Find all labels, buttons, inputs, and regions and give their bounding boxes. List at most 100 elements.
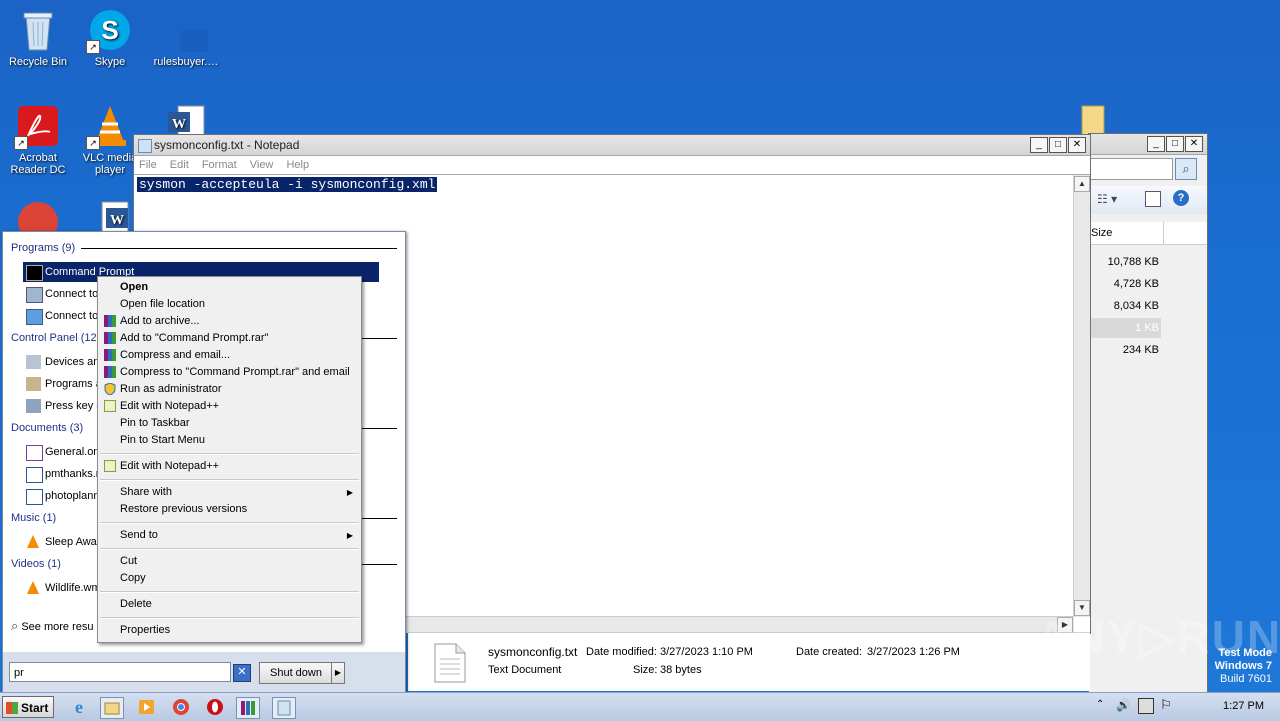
menu-item-send-to[interactable]: Send to ▶ (100, 527, 359, 544)
search-input[interactable]: pr (9, 662, 231, 682)
menu-edit[interactable]: Edit (170, 159, 189, 171)
menu-help[interactable]: Help (286, 159, 309, 171)
maximize-button[interactable]: □ (1166, 136, 1184, 152)
notepad-icon[interactable] (272, 697, 296, 719)
ie-icon[interactable]: e (68, 697, 90, 717)
menu-item-edit-notepadpp[interactable]: Edit with Notepad++ (100, 398, 359, 415)
file-size: 8,034 KB (1113, 300, 1159, 312)
view-options-icon[interactable]: ☷ ▾ (1097, 192, 1117, 206)
item-label: pmthanks.r (45, 468, 100, 480)
minimize-button[interactable]: _ (1147, 136, 1165, 152)
explorer-icon[interactable] (100, 697, 124, 719)
network-icon[interactable] (1138, 698, 1154, 714)
menu-item-open[interactable]: Open (100, 279, 359, 296)
desktop-icon-label: VLC media player (82, 152, 138, 176)
desktop-icon-label: rulesbuyer.… (153, 56, 219, 68)
desktop-icon-skype[interactable]: S ↗ Skype (72, 8, 148, 68)
file-type: Text Document (488, 664, 562, 676)
menu-item-delete[interactable]: Delete (100, 596, 359, 613)
menu-item-run-as-admin[interactable]: Run as administrator (100, 381, 359, 398)
keyboard-icon (26, 399, 41, 413)
desktop-icon-acrobat[interactable]: ↗ Acrobat Reader DC (0, 104, 76, 176)
skype-icon: S ↗ (86, 8, 132, 54)
date-modified: 3/27/2023 1:10 PM (660, 646, 753, 658)
media-player-icon[interactable] (136, 697, 158, 717)
shutdown-options-icon[interactable]: ▶ (331, 662, 345, 684)
start-button[interactable]: Start (2, 696, 54, 718)
text-document-icon (434, 643, 466, 683)
shortcut-arrow-icon: ↗ (14, 136, 28, 150)
desktop-icon-rulesbuyer[interactable]: rulesbuyer.… (148, 8, 224, 68)
search-input[interactable] (1089, 158, 1173, 180)
desktop-icon-recycle-bin[interactable]: Recycle Bin (0, 8, 76, 68)
context-menu: Open Open file location Add to archive..… (97, 276, 362, 643)
action-center-flag-icon[interactable]: ⚐ (1160, 697, 1172, 713)
shutdown-button[interactable]: Shut down (259, 662, 333, 684)
item-label: Open file location (120, 298, 205, 310)
menu-item-compress-to-rar-email[interactable]: Compress to "Command Prompt.rar" and ema… (100, 364, 359, 381)
menu-item-share-with[interactable]: Share with ▶ (100, 484, 359, 501)
file-name: sysmonconfig.txt (488, 645, 578, 659)
file-size: 234 KB (1122, 344, 1159, 356)
clear-search-icon[interactable]: ✕ (233, 664, 251, 682)
date-created: 3/27/2023 1:26 PM (867, 646, 960, 658)
notepad-titlebar: sysmonconfig.txt - Notepad _ □ ✕ (134, 135, 1090, 156)
menu-item-add-to-archive[interactable]: Add to archive... (100, 313, 359, 330)
close-button[interactable]: ✕ (1185, 136, 1203, 152)
item-label: photoplann (45, 490, 100, 502)
preview-pane-icon[interactable] (1145, 191, 1161, 207)
notepad-app-icon (138, 139, 152, 153)
svg-text:W: W (110, 213, 124, 228)
menu-item-add-to-rar[interactable]: Add to "Command Prompt.rar" (100, 330, 359, 347)
scroll-up-icon[interactable]: ▲ (1074, 176, 1090, 192)
size-column-header[interactable]: Size (1091, 227, 1112, 239)
menu-item-restore-versions[interactable]: Restore previous versions (100, 501, 359, 518)
menu-file[interactable]: File (139, 159, 157, 171)
search-icon[interactable]: ⌕ (1175, 158, 1197, 180)
menu-item-pin-start[interactable]: Pin to Start Menu (100, 432, 359, 449)
item-label: Edit with Notepad++ (120, 460, 220, 472)
volume-icon[interactable]: 🔊 (1116, 698, 1131, 712)
item-label: Connect to (45, 310, 99, 322)
clock[interactable]: 1:27 PM (1223, 700, 1264, 712)
watermark-line: Test Mode (1218, 647, 1272, 659)
item-label: Sleep Away (45, 536, 103, 548)
window-controls: _ □ ✕ (1147, 136, 1203, 152)
vertical-scrollbar[interactable]: ▲ ▼ (1073, 175, 1090, 617)
submenu-arrow-icon: ▶ (346, 488, 353, 497)
window-controls: _ □ ✕ (1030, 137, 1086, 153)
show-hidden-icons-icon[interactable]: ⌃ (1096, 699, 1104, 710)
minimize-button[interactable]: _ (1030, 137, 1048, 153)
menu-item-copy[interactable]: Copy (100, 570, 359, 587)
item-label: Press key c (45, 400, 102, 412)
word-doc-icon (26, 467, 43, 483)
group-label: Music (1) (11, 512, 57, 524)
menu-separator (100, 591, 359, 593)
explorer-window: _ □ ✕ ⌕ ☷ ▾ ? Size 10,788 KB 4,728 KB 8,… (1088, 133, 1208, 693)
menu-item-cut[interactable]: Cut (100, 553, 359, 570)
item-label: Programs a (45, 378, 102, 390)
menu-item-properties[interactable]: Properties (100, 622, 359, 639)
file-size: 10,788 KB (1107, 256, 1159, 268)
menu-view[interactable]: View (250, 159, 274, 171)
winrar-icon (104, 315, 116, 327)
test-mode-watermark: Test Mode Windows 7 Build 7601 (1215, 647, 1272, 686)
date-modified-label: Date modified: (586, 646, 657, 658)
menu-item-edit-notepadpp-2[interactable]: Edit with Notepad++ (100, 458, 359, 475)
see-more-results[interactable]: ⌕ See more resu (11, 618, 94, 634)
item-label: Cut (120, 555, 138, 567)
close-button[interactable]: ✕ (1068, 137, 1086, 153)
chrome-icon[interactable] (170, 697, 192, 717)
menu-separator (100, 479, 359, 481)
winrar-icon[interactable] (236, 697, 260, 719)
opera-icon[interactable] (204, 697, 226, 717)
menu-format[interactable]: Format (202, 159, 237, 171)
vlc-icon (26, 535, 41, 549)
menu-item-open-file-location[interactable]: Open file location (100, 296, 359, 313)
desktop-icon-label: Recycle Bin (8, 56, 68, 68)
maximize-button[interactable]: □ (1049, 137, 1067, 153)
menu-item-pin-taskbar[interactable]: Pin to Taskbar (100, 415, 359, 432)
help-icon[interactable]: ? (1173, 190, 1189, 206)
item-label: Compress to "Command Prompt.rar" and ema… (120, 366, 350, 378)
menu-item-compress-email[interactable]: Compress and email... (100, 347, 359, 364)
